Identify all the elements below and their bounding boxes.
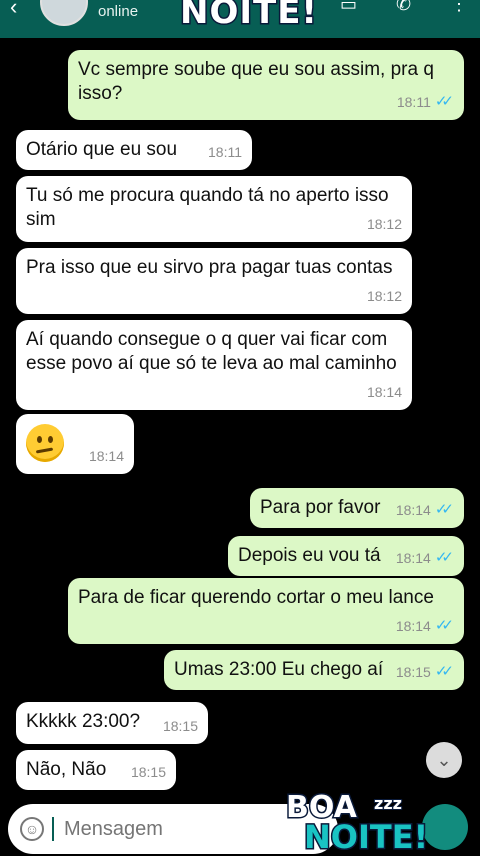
- message-input[interactable]: [62, 816, 266, 842]
- message-outgoing[interactable]: Para por favor 18:14 ✓✓: [250, 488, 464, 528]
- message-text: Para de ficar querendo cortar o meu lanc…: [78, 587, 434, 608]
- sticker-noite: NOITE!: [179, 0, 319, 34]
- read-ticks-icon: ✓✓: [434, 93, 454, 110]
- video-call-icon[interactable]: ▭: [340, 0, 357, 15]
- message-incoming[interactable]: Pra isso que eu sirvo pra pagar tuas con…: [16, 248, 412, 314]
- message-time: 18:14: [366, 384, 402, 400]
- voice-call-icon[interactable]: ✆: [396, 0, 411, 15]
- message-time: 18:15: [162, 718, 198, 734]
- emoji-icon[interactable]: ☺: [20, 817, 44, 841]
- read-ticks-icon: ✓✓: [434, 549, 454, 566]
- message-incoming[interactable]: Não, Não 18:15: [16, 750, 176, 790]
- message-incoming[interactable]: Tu só me procura quando tá no aperto iss…: [16, 176, 412, 242]
- message-incoming[interactable]: 18:14: [16, 414, 134, 474]
- read-ticks-icon: ✓✓: [434, 663, 454, 680]
- read-ticks-icon: ✓✓: [434, 617, 454, 634]
- message-outgoing[interactable]: Depois eu vou tá 18:14 ✓✓: [228, 536, 464, 576]
- read-ticks-icon: ✓✓: [434, 501, 454, 518]
- message-incoming[interactable]: Aí quando consegue o q quer vai ficar co…: [16, 320, 412, 410]
- message-time: 18:12: [366, 288, 402, 304]
- message-outgoing[interactable]: Umas 23:00 Eu chego aí 18:15 ✓✓: [164, 650, 464, 690]
- message-time: 18:14: [395, 502, 431, 518]
- message-incoming[interactable]: Otário que eu sou 18:11: [16, 130, 252, 170]
- confused-face-icon: [26, 424, 64, 462]
- message-time: 18:14: [395, 550, 431, 566]
- chat-header: ‹ online NOITE! ▭ ✆ ⋮: [0, 0, 480, 38]
- message-text: Aí quando consegue o q quer vai ficar co…: [26, 329, 397, 374]
- message-time: 18:14: [88, 448, 124, 464]
- sticker-zzz: zzz: [373, 793, 403, 814]
- sticker-boa-noite: BOA zzz NOITE!: [282, 789, 472, 856]
- contact-avatar[interactable]: [40, 0, 88, 26]
- message-outgoing[interactable]: Vc sempre soube que eu sou assim, pra q …: [68, 50, 464, 120]
- back-arrow-icon[interactable]: ‹: [10, 0, 17, 20]
- mic-button-icon[interactable]: [422, 804, 468, 850]
- message-time: 18:11: [396, 94, 431, 110]
- message-text: Tu só me procura quando tá no aperto iss…: [26, 185, 389, 230]
- message-time: 18:14: [395, 618, 431, 634]
- message-time: 18:11: [208, 144, 242, 160]
- text-cursor: [52, 817, 54, 841]
- sticker-line2: NOITE!: [302, 817, 429, 856]
- message-text: Pra isso que eu sirvo pra pagar tuas con…: [26, 257, 393, 278]
- message-list: Vc sempre soube que eu sou assim, pra q …: [0, 38, 480, 798]
- contact-status: online: [98, 3, 139, 20]
- message-time: 18:12: [366, 216, 402, 232]
- message-time: 18:15: [395, 664, 431, 680]
- message-time: 18:15: [130, 764, 166, 780]
- message-outgoing[interactable]: Para de ficar querendo cortar o meu lanc…: [68, 578, 464, 644]
- scroll-down-chevron-icon[interactable]: ⌄: [426, 742, 462, 778]
- more-options-icon[interactable]: ⋮: [450, 0, 468, 15]
- message-incoming[interactable]: Kkkkk 23:00? 18:15: [16, 702, 208, 744]
